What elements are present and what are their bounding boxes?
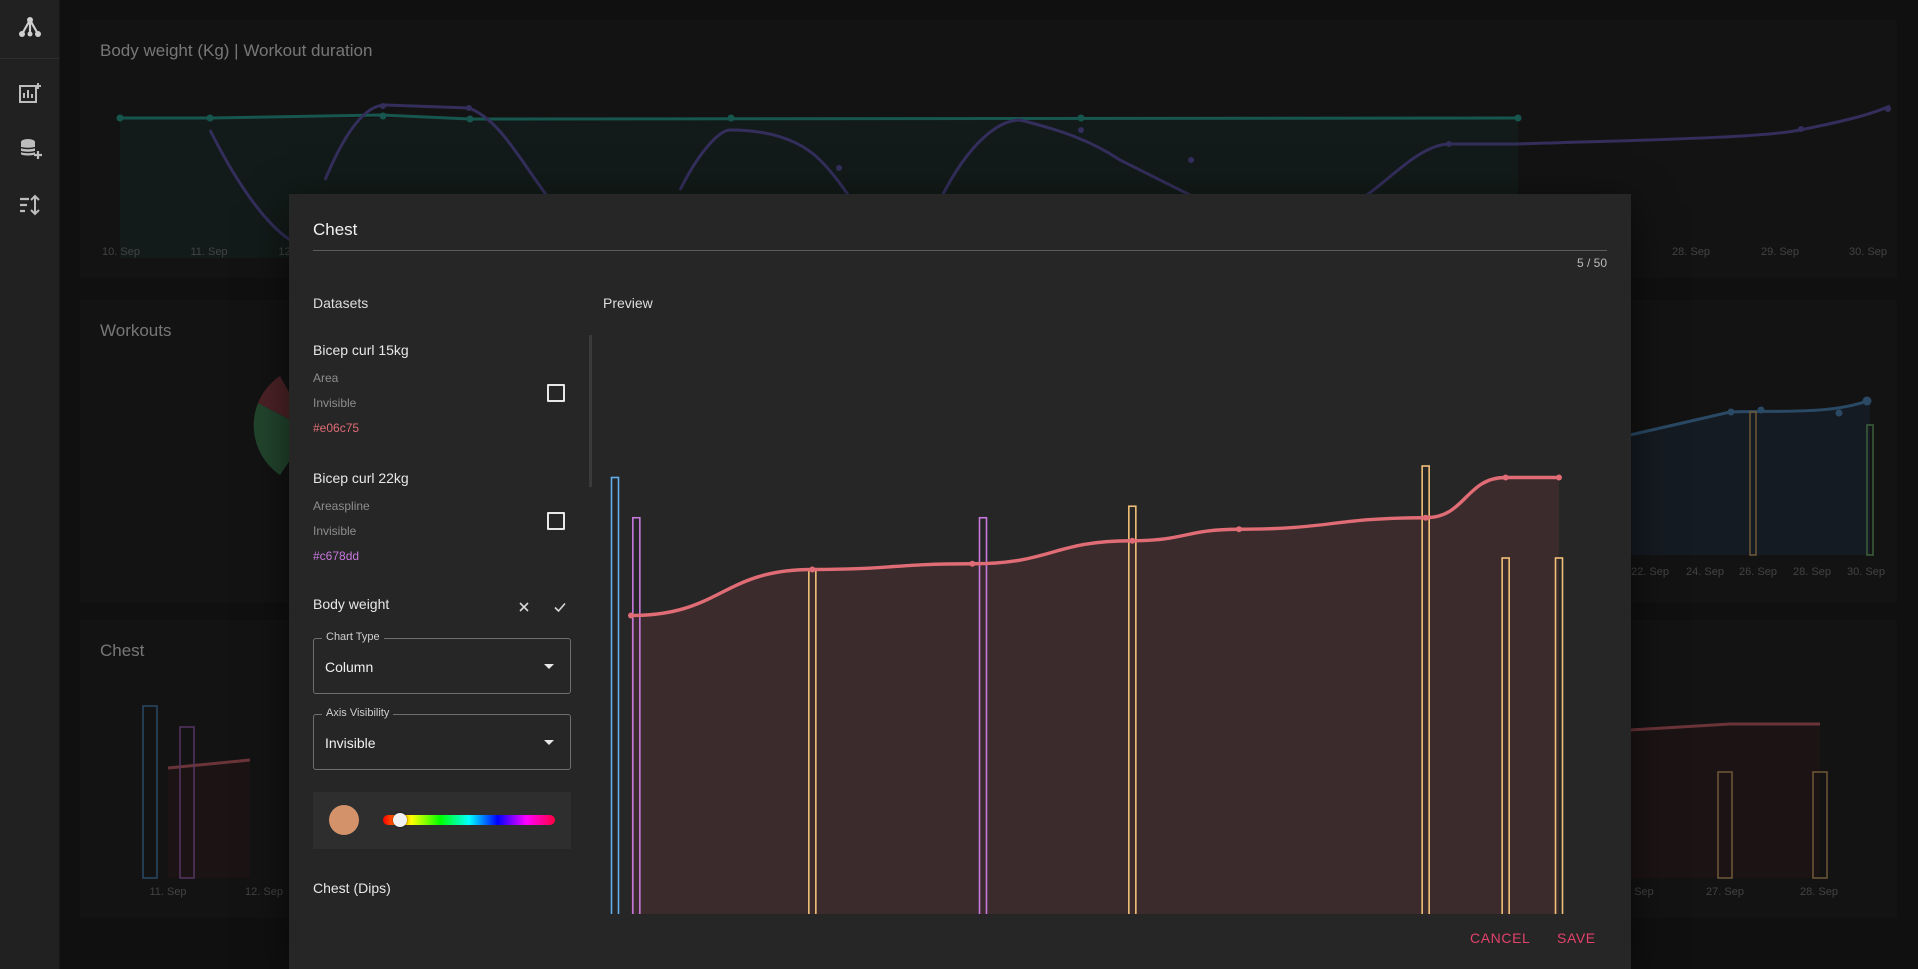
check-icon[interactable]: [551, 598, 569, 616]
preview-heading: Preview: [603, 295, 653, 311]
dataset-name[interactable]: Chest (Dips): [313, 880, 391, 896]
dataset-chart-type: Areaspline: [313, 499, 370, 513]
preview-chart: 12. Sep14. Sep16. Sep18. Sep20. Sep22. S…: [610, 465, 1564, 914]
cancel-button[interactable]: CANCEL: [1470, 930, 1530, 946]
dataset-color: #e06c75: [313, 421, 360, 435]
dataset-name: Bicep curl 22kg: [313, 470, 409, 486]
hue-slider[interactable]: [383, 815, 555, 825]
dataset-checkbox[interactable]: [547, 512, 565, 530]
dataset-item[interactable]: Bicep curl 15kg Area Invisible #e06c75: [313, 342, 571, 435]
edit-chart-dialog: Chest 5 / 50 Datasets Preview Bicep curl…: [289, 194, 1631, 969]
hue-slider-thumb[interactable]: [393, 813, 407, 827]
nav-rail: [0, 0, 60, 969]
dataset-list-scrollbar[interactable]: [589, 335, 592, 487]
series-point: [1236, 526, 1242, 533]
datasets-heading: Datasets: [313, 295, 369, 311]
axis-visibility-select[interactable]: Axis Visibility Invisible: [313, 707, 571, 770]
dataset-name: Bicep curl 15kg: [313, 342, 409, 358]
dataset-color: #c678dd: [313, 549, 360, 563]
editing-dataset-name: Body weight: [313, 596, 390, 612]
series-point: [969, 560, 976, 567]
dataset-axis: Invisible: [313, 396, 357, 410]
nav-divider: [0, 58, 59, 59]
series-point: [1422, 514, 1429, 521]
app-logo-icon[interactable]: [17, 14, 43, 40]
dataset-item[interactable]: Bicep curl 22kg Areaspline Invisible #c6…: [313, 470, 571, 563]
column-bar: [610, 476, 620, 914]
chart-type-select[interactable]: Chart Type Column: [313, 631, 571, 694]
color-picker: [313, 792, 571, 849]
axis-visibility-value: Invisible: [325, 735, 376, 751]
chart-type-value: Column: [325, 659, 374, 675]
add-database-icon[interactable]: [17, 136, 43, 162]
series-point: [1502, 474, 1509, 481]
series-point: [628, 612, 634, 619]
add-chart-icon[interactable]: [17, 81, 43, 107]
close-icon[interactable]: [515, 598, 533, 616]
sort-icon[interactable]: [17, 192, 43, 218]
dataset-checkbox[interactable]: [547, 384, 565, 402]
chevron-down-icon: [544, 740, 554, 745]
axis-visibility-label: Axis Visibility: [322, 707, 394, 719]
dataset-axis: Invisible: [313, 524, 357, 538]
dataset-chart-type: Area: [313, 371, 339, 385]
input-underline: [313, 250, 1607, 251]
series-point: [1556, 474, 1562, 481]
chart-name-input[interactable]: Chest: [313, 220, 357, 240]
series-point: [809, 566, 816, 573]
character-counter: 5 / 50: [1576, 256, 1607, 270]
color-swatch[interactable]: [329, 805, 359, 835]
chevron-down-icon: [544, 664, 554, 669]
save-button[interactable]: SAVE: [1557, 930, 1596, 946]
chart-type-label: Chart Type: [322, 631, 384, 643]
series-point: [1129, 537, 1136, 544]
